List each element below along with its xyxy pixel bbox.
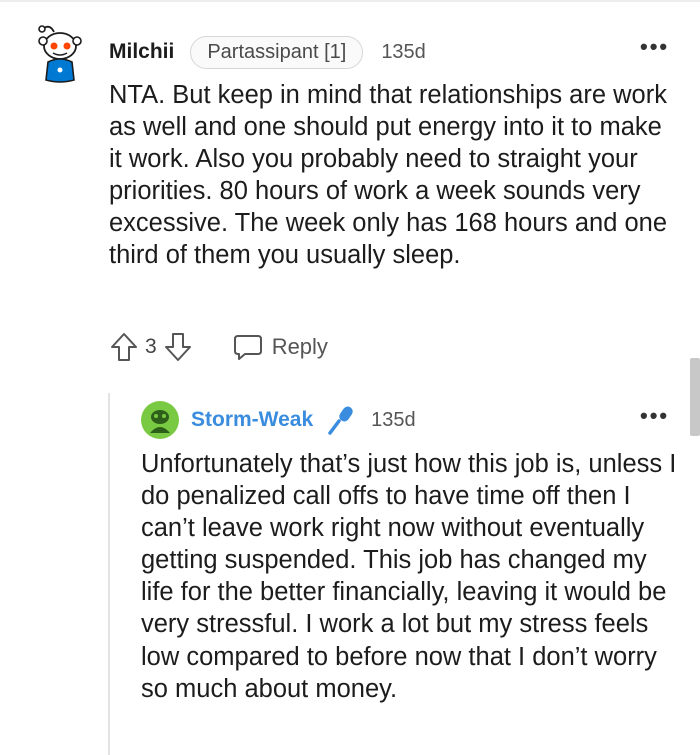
reply-body: Unfortunately that’s just how this job i… bbox=[141, 450, 677, 703]
username[interactable]: Storm-Weak bbox=[191, 408, 313, 432]
microphone-icon bbox=[328, 406, 353, 435]
comment-meta: Milchii Partassipant [1] 135d bbox=[109, 34, 426, 70]
user-flair: Partassipant [1] bbox=[190, 35, 364, 69]
upvote-arrow-icon[interactable] bbox=[109, 331, 139, 363]
comment-age: 135d bbox=[381, 40, 426, 63]
more-options-icon[interactable]: ••• bbox=[640, 34, 669, 60]
reply-meta: Storm-Weak 135d bbox=[191, 401, 416, 439]
comment-actions: 3 Reply bbox=[109, 329, 328, 365]
speech-bubble-icon bbox=[233, 335, 262, 360]
scrollbar[interactable] bbox=[690, 358, 700, 436]
username[interactable]: Milchii bbox=[109, 40, 174, 64]
downvote-arrow-icon[interactable] bbox=[163, 331, 193, 363]
reply-button[interactable]: Reply bbox=[233, 332, 328, 362]
user-avatar[interactable] bbox=[141, 401, 179, 439]
comment-age: 135d bbox=[371, 408, 416, 431]
top-divider bbox=[0, 0, 700, 2]
thread-line[interactable] bbox=[108, 393, 110, 755]
user-avatar[interactable] bbox=[36, 22, 84, 84]
reply-label: Reply bbox=[271, 334, 328, 359]
vote-score: 3 bbox=[145, 335, 157, 358]
comment-body: NTA. But keep in mind that relationships… bbox=[109, 81, 668, 270]
more-options-icon[interactable]: ••• bbox=[640, 403, 669, 429]
